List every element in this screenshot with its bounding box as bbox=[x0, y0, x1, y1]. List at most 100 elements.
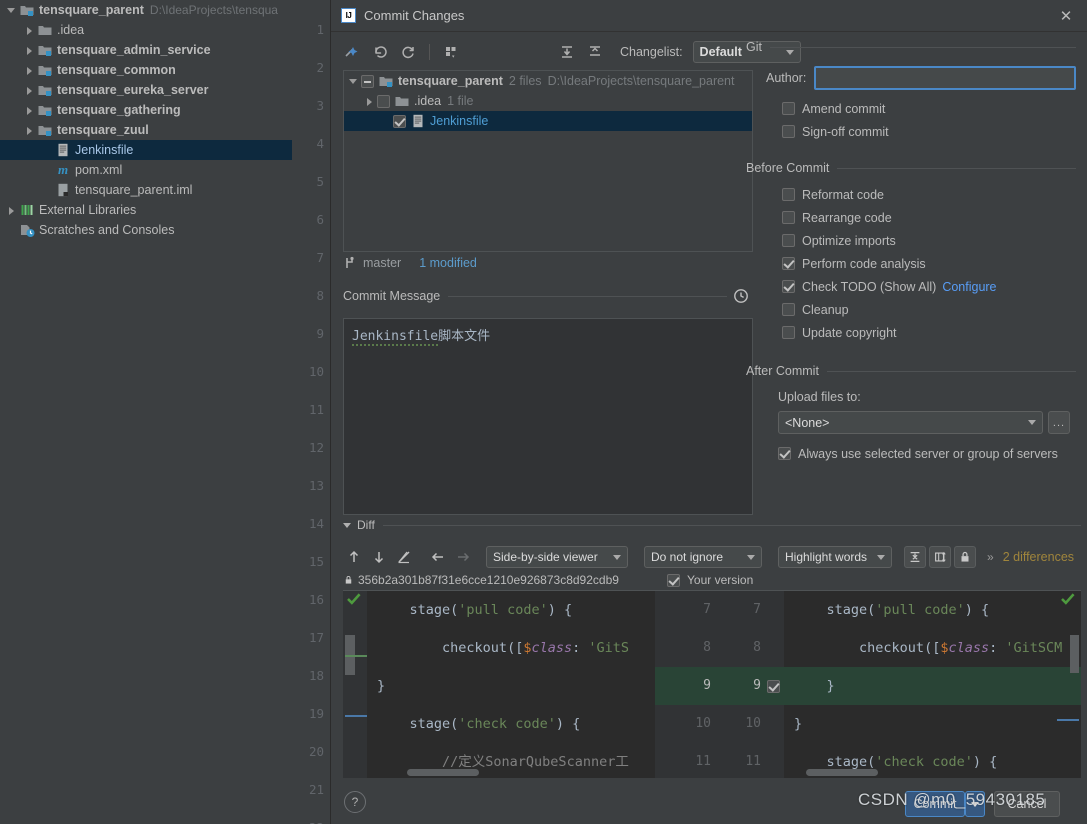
sidebar-item-idea[interactable]: .idea bbox=[0, 20, 292, 40]
option-checkbox[interactable] bbox=[782, 234, 795, 247]
diff-section-header[interactable]: Diff bbox=[343, 518, 1081, 532]
your-version-checkbox[interactable] bbox=[667, 573, 680, 587]
chevron-right-icon[interactable] bbox=[24, 125, 35, 136]
module-icon bbox=[37, 62, 53, 78]
close-icon[interactable]: ✕ bbox=[1057, 7, 1075, 25]
tree-item-label: tensquare_zuul bbox=[57, 123, 149, 137]
option-perform-code-analysis[interactable]: Perform code analysis bbox=[782, 252, 1076, 275]
chevron-right-icon[interactable] bbox=[24, 65, 35, 76]
browse-servers-button[interactable]: ... bbox=[1048, 411, 1070, 434]
diff-right-hscrollbar[interactable] bbox=[806, 769, 878, 776]
option-checkbox[interactable] bbox=[782, 188, 795, 201]
file-name: .idea bbox=[414, 94, 442, 108]
sidebar-item-tensquare-zuul[interactable]: tensquare_zuul bbox=[0, 120, 292, 140]
chevron-right-icon[interactable] bbox=[6, 205, 17, 216]
option-checkbox[interactable] bbox=[782, 125, 795, 138]
sidebar-item-tensquare-parent[interactable]: tensquare_parent D:\IdeaProjects\tensqua bbox=[0, 0, 292, 20]
collapse-all-icon[interactable] bbox=[582, 40, 608, 64]
editor-line-number: 22 bbox=[309, 820, 324, 824]
diff-right-code[interactable]: stage('pull code') { checkout([$class: '… bbox=[784, 591, 1081, 778]
file-checkbox[interactable] bbox=[361, 74, 374, 88]
commit-message-input[interactable]: Jenkinsfile脚本文件 bbox=[343, 318, 753, 515]
diff-viewer[interactable]: stage('pull code') { checkout([$class: '… bbox=[343, 590, 1081, 778]
always-use-server-checkbox[interactable] bbox=[778, 447, 791, 460]
always-use-server-row[interactable]: Always use selected server or group of s… bbox=[778, 442, 1076, 465]
option-checkbox[interactable] bbox=[782, 211, 795, 224]
sidebar-item-jenkinsfile[interactable]: Jenkinsfile bbox=[0, 140, 292, 160]
diff-left-version: 356b2a301b87f31e6cce1210e926873c8d92cdb9 bbox=[343, 573, 653, 587]
dialog-title: Commit Changes bbox=[364, 8, 465, 23]
help-button[interactable]: ? bbox=[344, 791, 366, 813]
refresh-icon[interactable] bbox=[395, 40, 421, 64]
sidebar-item-tensquare-eureka-server[interactable]: tensquare_eureka_server bbox=[0, 80, 292, 100]
sidebar-item-scratches-and-consoles[interactable]: Scratches and Consoles bbox=[0, 220, 292, 240]
sidebar-item-tensquare-gathering[interactable]: tensquare_gathering bbox=[0, 100, 292, 120]
arrow-up-icon[interactable] bbox=[343, 546, 365, 568]
expand-all-icon[interactable] bbox=[554, 40, 580, 64]
option-rearrange-code[interactable]: Rearrange code bbox=[782, 206, 1076, 229]
option-checkbox[interactable] bbox=[782, 303, 795, 316]
arrow-down-icon[interactable] bbox=[368, 546, 390, 568]
upload-server-select[interactable]: <None> bbox=[778, 411, 1043, 434]
divider bbox=[382, 524, 1081, 526]
author-field[interactable] bbox=[814, 66, 1076, 90]
option-update-copyright[interactable]: Update copyright bbox=[782, 321, 1076, 344]
option-amend-commit[interactable]: Amend commit bbox=[782, 97, 1076, 120]
whitespace-mode-select[interactable]: Do not ignore bbox=[644, 546, 762, 568]
configure-link[interactable]: Configure bbox=[942, 280, 996, 294]
synchronize-scroll-icon[interactable] bbox=[929, 546, 951, 568]
show-diff-icon[interactable] bbox=[339, 40, 365, 64]
sidebar-item-pom-xml[interactable]: m pom.xml bbox=[0, 160, 292, 180]
diff-line-number-row: 88 bbox=[655, 629, 784, 667]
tree-item-label: tensquare_gathering bbox=[57, 103, 181, 117]
upload-server-value: <None> bbox=[785, 415, 830, 430]
chevron-down-icon[interactable] bbox=[348, 76, 359, 87]
diff-line-number-row: 11 11 bbox=[655, 743, 784, 778]
option-checkbox[interactable] bbox=[782, 102, 795, 115]
changed-file-row[interactable]: Jenkinsfile bbox=[344, 111, 752, 131]
option-checkbox[interactable] bbox=[782, 280, 795, 293]
option-checkbox[interactable] bbox=[782, 257, 795, 270]
chevron-right-icon[interactable] bbox=[24, 85, 35, 96]
project-tool-window[interactable]: tensquare_parent D:\IdeaProjects\tensqua.… bbox=[0, 0, 292, 824]
pencil-icon[interactable] bbox=[393, 546, 415, 568]
viewer-mode-select[interactable]: Side-by-side viewer bbox=[486, 546, 628, 568]
sidebar-item-external-libraries[interactable]: External Libraries bbox=[0, 200, 292, 220]
lock-icon[interactable] bbox=[954, 546, 976, 568]
option-checkbox[interactable] bbox=[782, 326, 795, 339]
sidebar-item-tensquare-admin-service[interactable]: tensquare_admin_service bbox=[0, 40, 292, 60]
option-reformat-code[interactable]: Reformat code bbox=[782, 183, 1076, 206]
chevron-right-icon[interactable] bbox=[364, 96, 375, 107]
tree-item-label: Scratches and Consoles bbox=[39, 223, 175, 237]
file-checkbox[interactable] bbox=[393, 114, 406, 128]
option-check-todo-show-all[interactable]: Check TODO (Show All) Configure bbox=[782, 275, 1076, 298]
changed-file-row[interactable]: tensquare_parent 2 files D:\IdeaProjects\t… bbox=[344, 71, 752, 91]
option-optimize-imports[interactable]: Optimize imports bbox=[782, 229, 1076, 252]
chevron-right-icon[interactable] bbox=[24, 105, 35, 116]
changed-file-row[interactable]: .idea 1 file bbox=[344, 91, 752, 111]
chevron-right-icon[interactable] bbox=[24, 25, 35, 36]
highlight-mode-select[interactable]: Highlight words bbox=[778, 546, 892, 568]
sidebar-item-tensquare-parent-iml[interactable]: tensquare_parent.iml bbox=[0, 180, 292, 200]
group-by-icon[interactable] bbox=[438, 40, 464, 64]
file-checkbox[interactable] bbox=[377, 94, 390, 108]
chevron-right-icon[interactable] bbox=[24, 45, 35, 56]
commit-message-label: Commit Message bbox=[343, 289, 441, 303]
arrow-right-icon bbox=[452, 546, 474, 568]
arrow-left-icon[interactable] bbox=[427, 546, 449, 568]
option-cleanup[interactable]: Cleanup bbox=[782, 298, 1076, 321]
apply-change-checkbox[interactable] bbox=[767, 679, 780, 693]
sidebar-item-tensquare-common[interactable]: tensquare_common bbox=[0, 60, 292, 80]
diff-left-hscrollbar[interactable] bbox=[407, 769, 479, 776]
modified-count[interactable]: 1 modified bbox=[419, 256, 477, 270]
revert-icon[interactable] bbox=[367, 40, 393, 64]
editor-line-number: 10 bbox=[308, 364, 324, 379]
toolbar-overflow-icon[interactable]: » bbox=[987, 550, 994, 564]
option-sign-off-commit[interactable]: Sign-off commit bbox=[782, 120, 1076, 143]
diff-left-code[interactable]: stage('pull code') { checkout([$class: '… bbox=[367, 591, 655, 778]
branch-name: master bbox=[363, 256, 402, 270]
divider bbox=[448, 295, 727, 297]
changed-files-tree[interactable]: tensquare_parent 2 files D:\IdeaProjects\t… bbox=[343, 70, 753, 252]
collapse-unchanged-icon[interactable] bbox=[904, 546, 926, 568]
chevron-down-icon[interactable] bbox=[6, 5, 17, 16]
